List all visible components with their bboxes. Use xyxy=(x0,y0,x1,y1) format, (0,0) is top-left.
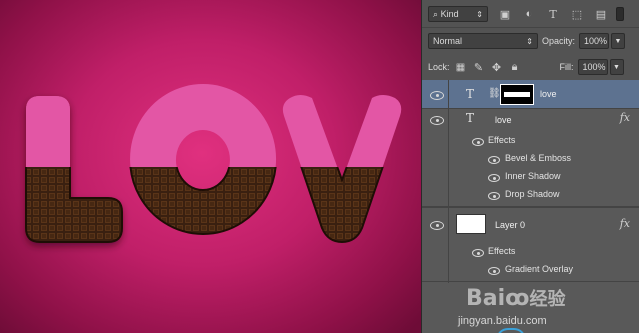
effect-eye-icon[interactable] xyxy=(488,173,500,183)
layer-thumbnail[interactable] xyxy=(456,214,486,234)
fill-dropdown-button[interactable]: ▼ xyxy=(609,59,624,75)
layer-mask-thumbnail[interactable] xyxy=(500,84,534,105)
opacity-dropdown-button[interactable]: ▼ xyxy=(611,33,626,49)
layer-name[interactable]: love xyxy=(495,115,512,125)
blend-row: Normal ⇕ Opacity: 100% ▼ xyxy=(422,32,639,50)
updown-icon: ⇕ xyxy=(526,36,533,46)
document-canvas[interactable] xyxy=(0,0,421,333)
kind-filter-label: Kind xyxy=(440,8,459,19)
type-filter-icon[interactable]: T xyxy=(546,7,560,21)
fx-icon[interactable]: fx xyxy=(620,217,630,230)
layer-row[interactable]: T love fx Effects Bevel & Emboss Inner S… xyxy=(422,109,639,207)
adjustment-filter-icon[interactable]: ◐ xyxy=(522,7,536,21)
image-filter-icon[interactable]: ▣ xyxy=(498,7,512,21)
blend-mode-value: Normal xyxy=(433,36,463,46)
link-chain-icon[interactable]: ⛓ xyxy=(488,88,501,99)
effects-label: Effects xyxy=(488,135,516,145)
kind-filter-select[interactable]: ⌕ Kind ⇕ xyxy=(428,6,488,22)
effect-eye-icon[interactable] xyxy=(488,191,500,201)
layers-panel: ⌕ Kind ⇕ ▣ ◐ T ⬚ ▤ Normal ⇕ Opacity: 100… xyxy=(421,0,639,333)
effects-eye-icon[interactable] xyxy=(472,248,484,258)
love-text-artwork xyxy=(25,84,402,244)
smart-object-filter-icon[interactable]: ▤ xyxy=(594,7,608,21)
fill-input[interactable]: 100% xyxy=(577,59,608,75)
effect-bevel-emboss[interactable]: Bevel & Emboss xyxy=(505,153,571,163)
layer-name[interactable]: love xyxy=(540,89,557,99)
visibility-eye-icon[interactable] xyxy=(430,90,444,100)
type-layer-icon: T xyxy=(466,111,475,125)
lock-label: Lock: xyxy=(428,62,450,72)
opacity-label: Opacity: xyxy=(542,36,576,46)
effect-inner-shadow[interactable]: Inner Shadow xyxy=(505,171,561,181)
type-layer-icon: T xyxy=(466,87,475,101)
layer-row[interactable]: Layer 0 fx Effects Gradient Overlay xyxy=(422,207,639,283)
visibility-eye-icon[interactable] xyxy=(430,115,444,125)
triangle-down-icon: ▼ xyxy=(614,37,622,45)
effect-eye-icon[interactable] xyxy=(488,266,500,276)
effect-eye-icon[interactable] xyxy=(488,155,500,165)
effect-gradient-overlay[interactable]: Gradient Overlay xyxy=(505,264,573,274)
layer-name[interactable]: Layer 0 xyxy=(495,220,525,230)
layer-filter-bar: ⌕ Kind ⇕ ▣ ◐ T ⬚ ▤ xyxy=(422,4,639,24)
lock-all-icon[interactable]: 🔒︎ xyxy=(508,60,522,74)
fx-icon[interactable]: fx xyxy=(620,111,630,124)
blend-mode-select[interactable]: Normal ⇕ xyxy=(428,33,538,49)
opacity-value: 100% xyxy=(584,36,608,46)
triangle-down-icon: ▼ xyxy=(613,63,620,71)
updown-icon: ⇕ xyxy=(476,9,483,19)
layer-row[interactable]: T ⛓ love xyxy=(422,80,639,109)
search-icon: ⌕ xyxy=(433,8,439,19)
effects-label: Effects xyxy=(488,246,516,256)
effect-drop-shadow[interactable]: Drop Shadow xyxy=(505,189,560,199)
filter-toggle-icon[interactable] xyxy=(616,7,624,21)
lock-brush-icon[interactable]: ✎ xyxy=(472,60,486,74)
effects-eye-icon[interactable] xyxy=(472,137,484,147)
lock-move-icon[interactable]: ✥ xyxy=(490,60,504,74)
shape-filter-icon[interactable]: ⬚ xyxy=(570,7,584,21)
visibility-eye-icon[interactable] xyxy=(430,220,444,230)
opacity-input[interactable]: 100% xyxy=(579,33,610,49)
layers-list: T ⛓ love T love fx Effects Bevel & Embos… xyxy=(422,80,639,333)
fill-value: 100% xyxy=(582,62,606,72)
lock-transparent-icon[interactable]: ▦ xyxy=(454,60,468,74)
lock-row: Lock: ▦ ✎ ✥ 🔒︎ Fill: 100% ▼ xyxy=(422,58,639,76)
fill-label: Fill: xyxy=(559,62,574,72)
